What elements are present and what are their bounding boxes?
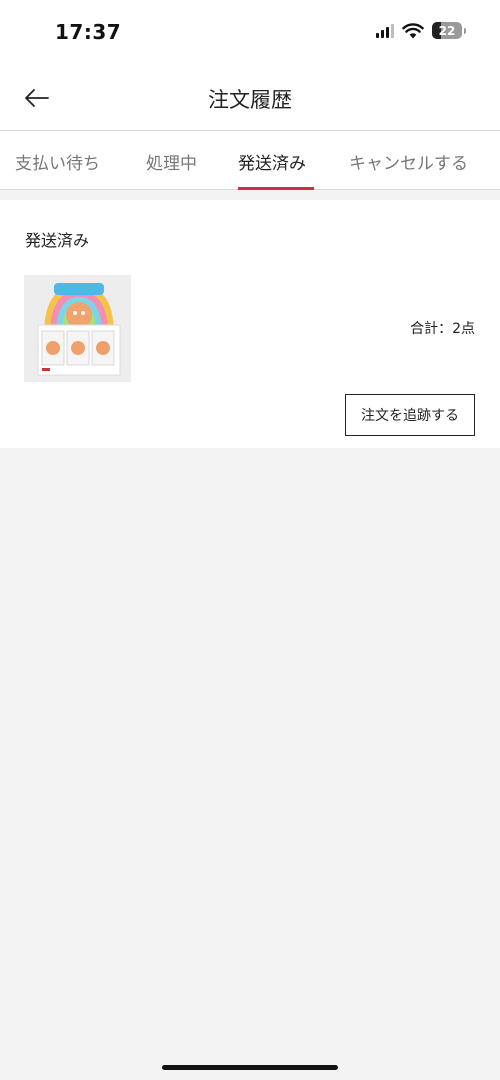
track-order-button[interactable]: 注文を追跡する — [345, 394, 475, 436]
battery-tip — [464, 27, 466, 34]
status-icons: 22 — [376, 22, 466, 39]
nav-bar: 注文履歴 — [0, 66, 500, 131]
order-status: 発送済み — [25, 231, 90, 250]
top-area: 17:37 22 注文履歴 支払い待ち 処理中 発送済み キャンセルする — [0, 0, 500, 190]
status-time: 17:37 — [55, 20, 122, 44]
tab-cancelled[interactable]: キャンセルする — [349, 149, 468, 174]
section-gap — [0, 190, 500, 200]
tab-processing[interactable]: 処理中 — [146, 149, 197, 174]
active-tab-indicator — [238, 187, 314, 190]
battery-icon: 22 — [432, 22, 462, 39]
page-title: 注文履歴 — [208, 88, 292, 112]
home-indicator — [162, 1065, 338, 1070]
status-bar: 17:37 22 — [0, 0, 500, 66]
signal-icon — [376, 23, 394, 38]
order-tabs: 支払い待ち 処理中 発送済み キャンセルする — [0, 131, 500, 190]
wifi-icon — [402, 22, 424, 38]
product-image — [24, 275, 131, 382]
order-total: 合計：2点 — [410, 321, 475, 337]
tab-shipped[interactable]: 発送済み — [238, 149, 306, 174]
tab-awaiting-payment[interactable]: 支払い待ち — [15, 149, 100, 174]
product-thumbnail[interactable] — [24, 275, 131, 382]
order-card[interactable]: 発送済み 合計：2点 注文を追跡する — [0, 200, 500, 448]
battery-level: 22 — [438, 23, 456, 38]
